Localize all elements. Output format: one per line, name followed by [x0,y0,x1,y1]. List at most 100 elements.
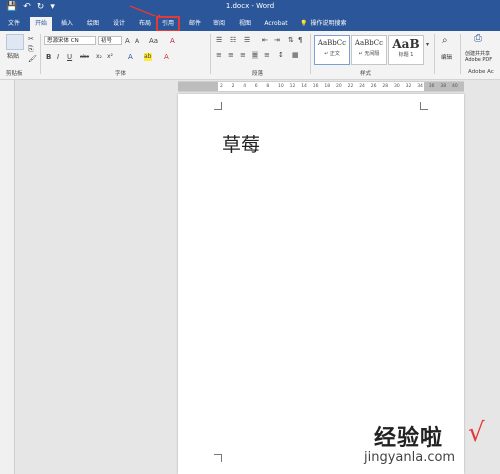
ruler-tick: 36 [428,84,435,89]
adobe-group-label: Adobe Ac [468,69,494,75]
vertical-ruler [0,80,15,474]
tab-design[interactable]: 设计 [108,17,130,31]
paste-button[interactable]: 粘贴 [7,51,19,60]
group-separator [210,34,211,74]
align-left-icon[interactable]: ≡ [216,51,222,59]
watermark: 经验啦 √ jingyanla.com [360,418,500,474]
subscript-button[interactable]: x₂ [96,53,102,61]
highlight-color-icon[interactable]: ab [144,53,152,61]
ruler-tick: 38 [440,84,447,89]
format-painter-icon[interactable]: 🖌 [28,55,37,63]
sort-icon[interactable]: ⇅ [288,36,294,44]
tab-insert[interactable]: 插入 [56,17,78,31]
ruler-tick: 22 [347,84,354,89]
font-color-icon[interactable]: A [164,53,169,61]
text-effects-icon[interactable]: A [128,53,133,61]
group-separator [310,34,311,74]
justify-icon[interactable]: ≡ [252,51,258,59]
tab-file[interactable]: 文件 [4,17,24,31]
ruler-tick: 28 [382,84,389,89]
ruler-tick: 4 [243,84,247,89]
title-bar: 💾 ↶ ↻ ▾ 1.docx - Word [0,0,500,16]
create-pdf-icon[interactable]: ⎙ [474,34,482,44]
strikethrough-button[interactable]: abc [80,53,89,61]
font-size-dropdown[interactable]: 初号 [98,36,122,45]
checkmark-icon: √ [468,418,485,448]
italic-button[interactable]: I [57,53,59,61]
numbering-icon[interactable]: ☷ [230,36,236,44]
ruler-tick: 32 [405,84,412,89]
ruler-tick: 14 [301,84,307,89]
ruler-tick: 20 [336,84,342,89]
tab-layout[interactable]: 布局 [134,17,156,31]
margin-corner-bottom-left [214,454,222,462]
tab-acrobat[interactable]: Acrobat [262,17,290,31]
change-case-icon[interactable]: Aa [149,37,158,45]
window-title: 1.docx - Word [225,2,275,10]
increase-indent-icon[interactable]: ⇥ [274,36,280,44]
style-name: ↵ 正文 [324,51,340,57]
ruler-tick: 34 [417,84,423,89]
bullets-icon[interactable]: ☰ [216,36,222,44]
grow-font-icon[interactable]: A [125,37,130,45]
shrink-font-icon[interactable]: A [135,38,139,46]
show-marks-icon[interactable]: ¶ [298,36,302,44]
group-separator [40,34,41,74]
paste-icon[interactable] [6,34,24,50]
ruler-tick: 12 [289,84,296,89]
tell-me-label: 操作说明搜索 [310,20,347,27]
decrease-indent-icon[interactable]: ⇤ [262,36,268,44]
ruler-tick: 30 [394,84,400,89]
ruler-tick: 2 [231,84,235,89]
document-text[interactable]: 草莓 [222,130,260,157]
ruler-tick: 16 [312,84,319,89]
style-normal[interactable]: AaBbCc ↵ 正文 [314,35,350,65]
find-icon[interactable]: ⌕ [442,36,448,46]
tab-references[interactable]: 引用 [156,16,180,32]
copy-icon[interactable]: ⎘ [28,45,34,53]
styles-more-icon[interactable]: ▾ [426,41,429,49]
underline-button[interactable]: U [67,53,72,61]
tab-draw[interactable]: 绘图 [82,17,104,31]
tab-review[interactable]: 审阅 [208,17,230,31]
style-no-spacing[interactable]: AaBbCc ↵ 无间隔 [351,35,387,65]
watermark-url: jingyanla.com [364,450,456,465]
ruler-tick: 26 [370,84,377,89]
style-heading-1[interactable]: AaB 标题 1 [388,35,424,65]
ruler-tick: 6 [254,84,258,89]
ribbon-tabs: 文件 开始 插入 绘图 设计 布局 引用 邮件 审阅 视图 Acrobat 💡 … [0,16,500,32]
horizontal-ruler: 2 2 4 6 8 10 12 14 16 18 20 22 24 26 28 30 32 34 36 38 40 [178,81,464,92]
tab-view[interactable]: 视图 [234,17,256,31]
adobe-pdf-label[interactable]: Adobe PDF [465,57,492,63]
align-right-icon[interactable]: ≡ [240,51,246,59]
group-separator [434,34,435,74]
cut-icon[interactable]: ✂ [28,35,34,43]
tell-me-search[interactable]: 💡 操作说明搜索 [300,17,347,31]
ruler-tick: 8 [266,84,270,89]
font-name-dropdown[interactable]: 思源宋体 CN [44,36,96,45]
ribbon: 粘贴 ✂ ⎘ 🖌 剪贴板 思源宋体 CN 初号 A A Aa A B I U a… [0,31,500,80]
group-separator [460,34,461,74]
superscript-button[interactable]: x² [107,53,113,61]
style-sample: AaBbCc [317,39,347,47]
tab-home[interactable]: 开始 [30,17,52,31]
bold-button[interactable]: B [46,53,51,61]
clear-format-icon[interactable]: A [170,37,175,45]
create-share-label[interactable]: 创建并共享 [465,50,490,57]
ruler-tick: 40 [452,84,458,89]
ruler-tick: 2 [220,84,223,89]
font-group-label: 字体 [115,71,127,77]
distributed-icon[interactable]: ≡ [264,51,270,59]
editing-button[interactable]: 编辑 [441,53,452,61]
margin-corner-top-right [420,102,428,110]
watermark-title: 经验啦 [374,426,444,451]
paragraph-group-label: 段落 [252,71,264,77]
multilevel-list-icon[interactable]: ☰ [244,36,250,44]
line-spacing-icon[interactable]: ↕ [278,51,284,59]
document-page[interactable]: 草莓 [178,94,464,474]
tab-mailings[interactable]: 邮件 [184,17,206,31]
shading-icon[interactable]: ▦ [292,51,299,59]
styles-group-label: 样式 [360,71,372,77]
ruler-tick: 24 [359,84,365,89]
align-center-icon[interactable]: ≡ [228,51,234,59]
